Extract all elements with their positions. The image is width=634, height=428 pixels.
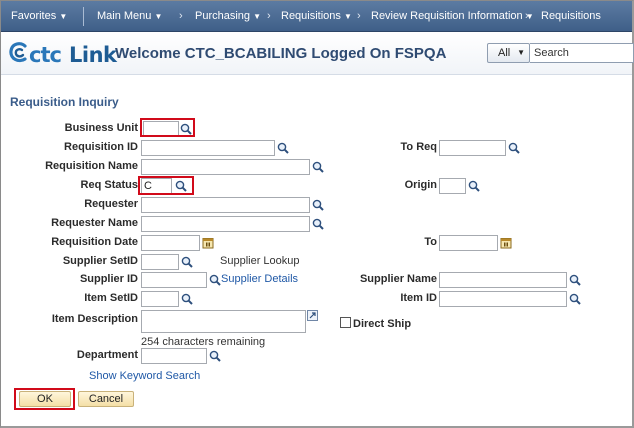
supplier-name-field[interactable] — [439, 272, 567, 288]
direct-ship-label: Direct Ship — [353, 318, 412, 330]
to-req-field[interactable] — [439, 140, 506, 156]
item-id-field[interactable] — [439, 291, 567, 307]
expand-icon[interactable] — [307, 310, 318, 321]
to-date-field[interactable] — [439, 235, 498, 251]
logo-mark-icon — [9, 42, 27, 63]
chevron-down-icon: ▼ — [154, 12, 163, 21]
to-req-label: To Req — [400, 141, 437, 153]
nav-main-menu[interactable]: Main Menu ▼ — [97, 1, 162, 32]
department-field[interactable] — [141, 348, 207, 364]
nav-divider — [83, 7, 84, 26]
page-title: Requisition Inquiry — [10, 95, 119, 109]
search-icon[interactable] — [508, 142, 520, 154]
chevron-down-icon: ▼ — [517, 48, 525, 57]
calendar-icon[interactable] — [500, 237, 512, 249]
item-setid-field[interactable] — [141, 291, 179, 307]
search-icon[interactable] — [312, 161, 324, 173]
nav-favorites[interactable]: Favorites ▼ — [11, 1, 67, 32]
welcome-message: Welcome CTC_BCABILING Logged On FSPQA — [115, 45, 447, 62]
search-icon[interactable] — [181, 256, 193, 268]
nav-bar: Favorites ▼ Main Menu ▼ › Purchasing ▼ ›… — [1, 1, 632, 32]
requisition-name-label: Requisition Name — [45, 160, 138, 172]
nav-current-requisitions[interactable]: Requisitions — [541, 1, 601, 32]
calendar-icon[interactable] — [202, 237, 214, 249]
direct-ship-checkbox[interactable] — [340, 317, 351, 328]
business-unit-label: Business Unit — [64, 122, 138, 134]
search-input[interactable]: Search — [530, 43, 634, 63]
item-description-label: Item Description — [51, 313, 138, 325]
supplier-name-label: Supplier Name — [359, 273, 437, 285]
item-setid-label: Item SetID — [84, 292, 138, 304]
highlight-box — [140, 118, 195, 137]
supplier-setid-field[interactable] — [141, 254, 179, 270]
search-icon[interactable] — [181, 293, 193, 305]
breadcrumb-separator-icon: › — [179, 10, 183, 22]
requester-label: Requester — [84, 198, 138, 210]
supplier-details-link[interactable]: Supplier Details — [221, 273, 298, 285]
search-icon[interactable] — [569, 274, 581, 286]
origin-label: Origin — [404, 179, 437, 191]
item-description-textarea[interactable] — [141, 310, 306, 333]
search-scope-select[interactable]: All ▼ — [487, 43, 530, 63]
highlight-box — [14, 388, 75, 410]
to-date-label: To — [424, 236, 437, 248]
search-icon[interactable] — [312, 199, 324, 211]
cancel-button[interactable]: Cancel — [78, 391, 134, 407]
chevron-down-icon: ▼ — [343, 12, 352, 21]
nav-purchasing[interactable]: Purchasing ▼ — [195, 1, 261, 32]
header-bar: ctc Link Welcome CTC_BCABILING Logged On… — [1, 32, 634, 75]
breadcrumb-separator-icon: › — [525, 10, 529, 22]
search-icon[interactable] — [277, 142, 289, 154]
requisition-date-field[interactable] — [141, 235, 200, 251]
requester-name-label: Requester Name — [51, 217, 138, 229]
show-keyword-search-link[interactable]: Show Keyword Search — [89, 370, 200, 382]
characters-remaining: 254 characters remaining — [141, 336, 266, 348]
department-label: Department — [76, 349, 138, 361]
supplier-setid-label: Supplier SetID — [62, 255, 138, 267]
supplier-lookup-text: Supplier Lookup — [220, 255, 300, 267]
search-icon[interactable] — [468, 180, 480, 192]
supplier-id-field[interactable] — [141, 272, 207, 288]
requisition-name-field[interactable] — [141, 159, 310, 175]
breadcrumb-separator-icon: › — [357, 10, 361, 22]
nav-review-requisition-information[interactable]: Review Requisition Information ▼ — [371, 1, 534, 32]
item-id-label: Item ID — [400, 292, 437, 304]
search-icon[interactable] — [209, 274, 221, 286]
search-icon[interactable] — [312, 218, 324, 230]
chevron-down-icon: ▼ — [59, 12, 68, 21]
requester-field[interactable] — [141, 197, 310, 213]
nav-requisitions[interactable]: Requisitions ▼ — [281, 1, 352, 32]
search-icon[interactable] — [209, 350, 221, 362]
supplier-id-label: Supplier ID — [79, 273, 138, 285]
req-status-label: Req Status — [80, 179, 138, 191]
requisition-id-field[interactable] — [141, 140, 275, 156]
requisition-date-label: Requisition Date — [51, 236, 138, 248]
requisition-id-label: Requisition ID — [64, 141, 138, 153]
requester-name-field[interactable] — [141, 216, 310, 232]
chevron-down-icon: ▼ — [253, 12, 262, 21]
origin-field[interactable] — [439, 178, 466, 194]
highlight-box — [138, 176, 194, 195]
breadcrumb-separator-icon: › — [267, 10, 271, 22]
search-icon[interactable] — [569, 293, 581, 305]
